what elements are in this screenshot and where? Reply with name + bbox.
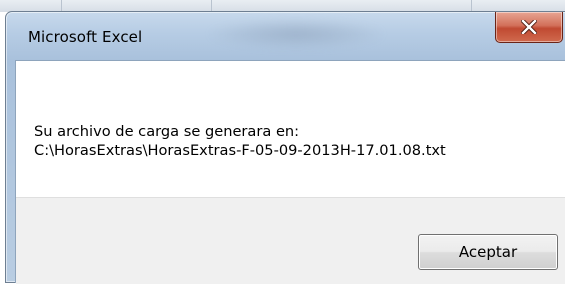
title-bar-glass xyxy=(206,18,386,50)
message-line-2: C:\HorasExtras\HorasExtras-F-05-09-2013H… xyxy=(34,142,446,159)
aceptar-button[interactable]: Aceptar xyxy=(418,234,558,270)
message-line-1: Su archivo de carga se generara en: xyxy=(34,123,300,140)
dialog-message: Su archivo de carga se generara en: C:\H… xyxy=(34,122,446,160)
title-bar[interactable]: Microsoft Excel xyxy=(6,12,565,60)
close-button[interactable] xyxy=(495,12,563,43)
dialog-title: Microsoft Excel xyxy=(28,28,143,46)
dialog-content: Su archivo de carga se generara en: C:\H… xyxy=(15,60,565,284)
close-icon xyxy=(521,20,537,34)
dialog-button-bar: Aceptar xyxy=(16,197,565,284)
message-dialog: Microsoft Excel Su archivo de carga se g… xyxy=(5,11,565,284)
